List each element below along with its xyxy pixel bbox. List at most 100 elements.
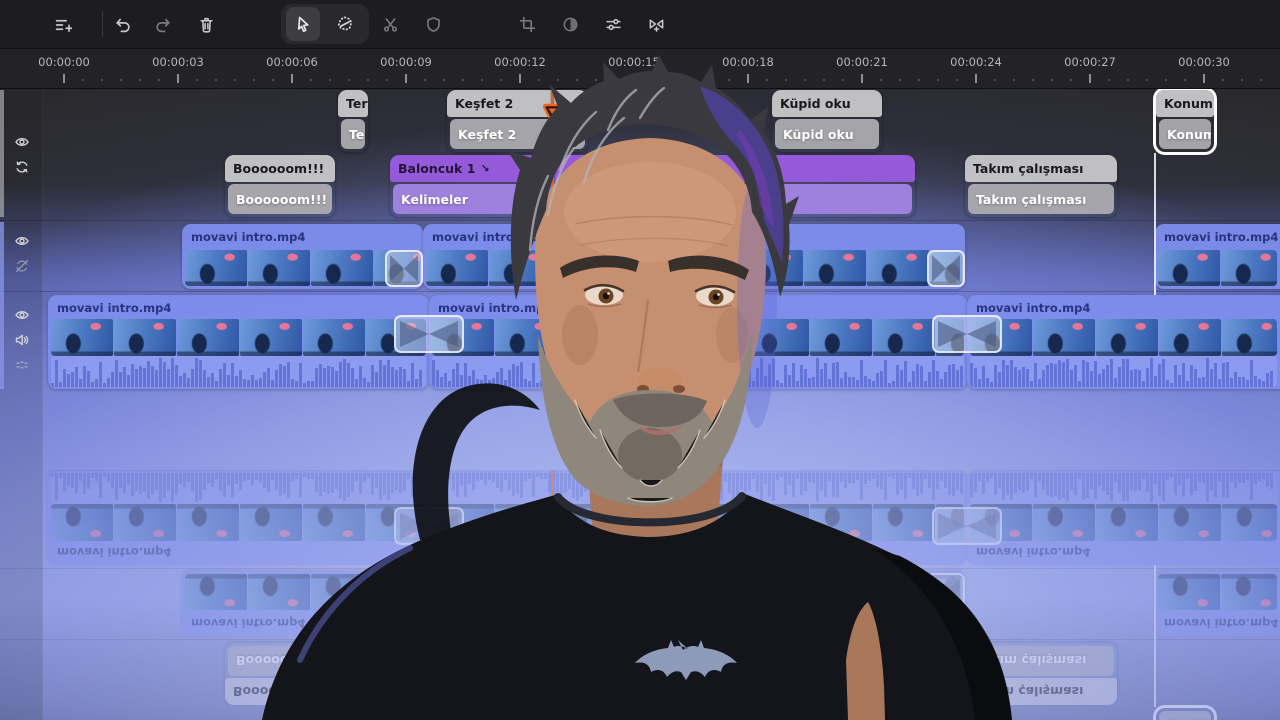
video-frame-thumbnail	[185, 250, 247, 286]
track3-beat-markers-button[interactable]	[13, 358, 30, 375]
ruler-minor-tick	[671, 79, 673, 81]
video-frame-thumbnail	[1159, 319, 1221, 356]
title-clip-boooooom[interactable]: Boooooom!!! Boooooom!!!	[225, 155, 335, 217]
ruler-tick	[405, 74, 407, 83]
video-frame-thumbnail	[426, 250, 488, 286]
delete-button[interactable]	[189, 7, 223, 41]
track3-visibility-button[interactable]	[13, 308, 30, 325]
ruler-tick-label: 00:00:30	[1178, 55, 1230, 69]
ruler-minor-tick	[994, 79, 996, 81]
ruler-minor-tick	[880, 79, 882, 81]
title-clip-takim[interactable]: Takım çalışması Takım çalışması	[965, 155, 1117, 217]
transition-icon[interactable]	[385, 250, 423, 287]
timeline-area: movavi intro.mp4 movavi intro.mp4 movavi…	[0, 88, 1280, 720]
ruler-minor-tick	[329, 79, 331, 81]
ruler-minor-tick	[1222, 79, 1224, 81]
title-clip-kupid[interactable]: Küpid oku Küpid oku	[772, 90, 882, 152]
add-track-button[interactable]	[46, 7, 80, 41]
video-clip-main-2[interactable]: movavi intro.mp4	[429, 295, 967, 389]
clip-filename: movavi intro.mp4	[48, 295, 429, 320]
track-divider	[0, 291, 1280, 292]
marker-tool-button[interactable]	[328, 7, 362, 41]
contrast-button[interactable]	[553, 7, 587, 41]
ruler-minor-tick	[310, 79, 312, 81]
filters-button[interactable]	[596, 7, 630, 41]
track1-link-button[interactable]	[13, 160, 30, 177]
scissors-icon	[382, 16, 399, 33]
video-clip-main-3[interactable]: movavi intro.mp4	[967, 295, 1280, 389]
clip-filename: movavi intro.mp4	[182, 224, 423, 249]
title-clip-baloncuk[interactable]: Baloncuk 1↘ Kelimeler	[390, 155, 915, 217]
video-frame-thumbnail	[873, 319, 935, 356]
playhead-handle[interactable]	[542, 103, 564, 135]
clip-header: Küpid oku	[772, 90, 882, 117]
ruler-minor-tick	[196, 79, 198, 81]
ruler-tick-label: 00:00:03	[152, 55, 204, 69]
ruler-tick	[861, 74, 863, 83]
clip-header: Baloncuk 1↘	[390, 155, 915, 182]
transition-icon[interactable]	[927, 250, 965, 287]
video-frame-thumbnail	[747, 319, 809, 356]
ruler-minor-tick	[538, 79, 540, 81]
ruler-tick	[747, 74, 749, 83]
transitions-button[interactable]	[639, 7, 673, 41]
clip-filename: movavi intro.mp4	[1155, 224, 1280, 249]
beat-markers-icon	[14, 357, 30, 377]
transition-icon[interactable]	[932, 315, 1002, 353]
crop-button[interactable]	[510, 7, 544, 41]
ruler-tick	[177, 74, 179, 83]
ruler-minor-tick	[709, 79, 711, 81]
ruler-minor-tick	[690, 79, 692, 81]
ruler-minor-tick	[481, 79, 483, 81]
clip-body: Ter	[341, 119, 365, 149]
ruler-minor-tick	[595, 79, 597, 81]
ruler-tick-label: 00:00:27	[1064, 55, 1116, 69]
video-frame-thumbnail	[810, 319, 872, 356]
title-clip-ter[interactable]: Ter Ter	[338, 90, 368, 152]
video-clip-overlay-3[interactable]: movavi intro.mp4	[1155, 224, 1280, 289]
video-editor-window: 00:00:0000:00:0300:00:0600:00:0900:00:12…	[0, 0, 1280, 720]
undo-icon	[114, 16, 131, 33]
ruler-minor-tick	[1260, 79, 1262, 81]
undo-button[interactable]	[105, 7, 139, 41]
video-clip-main-1[interactable]: movavi intro.mp4	[48, 295, 429, 389]
track1-visibility-button[interactable]	[13, 135, 30, 152]
track-divider	[0, 220, 1280, 221]
film-strip	[51, 319, 426, 356]
ruler-tick-label: 00:00:00	[38, 55, 90, 69]
ruler-minor-tick	[1051, 79, 1053, 81]
video-frame-thumbnail	[177, 319, 239, 356]
resize-arrow-icon: ↘	[480, 162, 489, 175]
track2-visibility-button[interactable]	[13, 234, 30, 251]
ruler-minor-tick	[348, 79, 350, 81]
ruler-minor-tick	[234, 79, 236, 81]
video-frame-thumbnail	[867, 250, 929, 286]
timeline-ruler[interactable]: 00:00:0000:00:0300:00:0600:00:0900:00:12…	[0, 48, 1280, 89]
ruler-tick	[1203, 74, 1205, 83]
video-frame-thumbnail	[621, 319, 683, 356]
protect-button[interactable]	[416, 7, 450, 41]
video-frame-thumbnail	[489, 250, 551, 286]
ruler-tick-label: 00:00:06	[266, 55, 318, 69]
video-frame-thumbnail	[741, 250, 803, 286]
split-button[interactable]	[373, 7, 407, 41]
ruler-minor-tick	[918, 79, 920, 81]
video-frame-thumbnail	[1158, 250, 1220, 286]
clip-body: Küpid oku	[775, 119, 879, 149]
clip-body: Konum s	[1159, 119, 1211, 149]
redo-button[interactable]	[146, 7, 180, 41]
film-strip	[426, 250, 962, 286]
ruler-minor-tick	[728, 79, 730, 81]
title-clip-kesfet[interactable]: Keşfet 2 Keşfet 2	[447, 90, 588, 152]
track2-link-off-button[interactable]	[13, 259, 30, 276]
title-clip-konum-selected[interactable]: Konum s Konum s	[1156, 90, 1214, 152]
ruler-minor-tick	[576, 79, 578, 81]
video-frame-thumbnail	[248, 250, 310, 286]
film-strip	[970, 319, 1277, 356]
select-tool-button[interactable]	[286, 7, 320, 41]
ruler-minor-tick	[215, 79, 217, 81]
track3-volume-button[interactable]	[13, 333, 30, 350]
transition-icon[interactable]	[394, 315, 464, 353]
ruler-minor-tick	[1127, 79, 1129, 81]
video-clip-overlay-2[interactable]: movavi intro.mp4	[423, 224, 965, 289]
